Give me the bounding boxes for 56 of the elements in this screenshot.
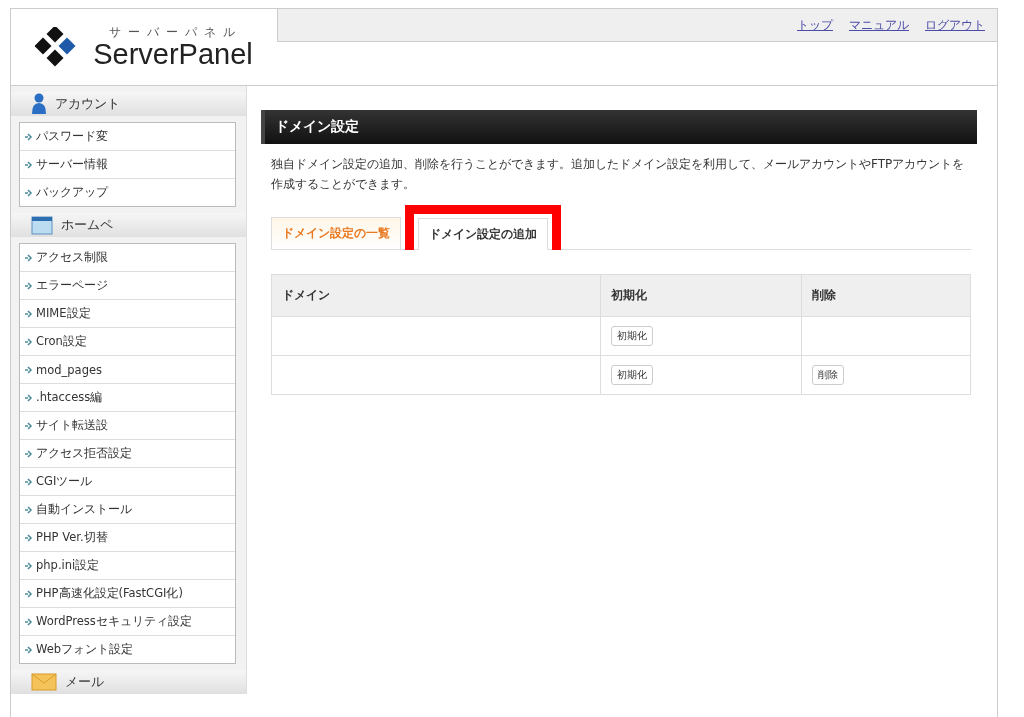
- nav-link[interactable]: ログアウト: [925, 16, 985, 34]
- logo-text: ServerPanel: [93, 39, 253, 69]
- sidebar-section-header[interactable]: メール: [11, 670, 246, 694]
- sidebar-item[interactable]: mod_pages: [20, 356, 235, 384]
- sidebar-item[interactable]: バックアップ: [20, 179, 235, 206]
- envelope-icon: [31, 673, 57, 691]
- arrow-icon: [25, 365, 34, 374]
- sidebar-item[interactable]: php.ini設定: [20, 552, 235, 580]
- sidebar-item[interactable]: パスワード変: [20, 123, 235, 151]
- sidebar-item[interactable]: サーバー情報: [20, 151, 235, 179]
- sidebar-item[interactable]: PHP高速化設定(FastCGI化): [20, 580, 235, 608]
- sidebar-item[interactable]: PHP Ver.切替: [20, 524, 235, 552]
- logo-kana: サーバーパネル: [108, 25, 244, 38]
- reset-button[interactable]: 初期化: [610, 365, 653, 385]
- tab[interactable]: ドメイン設定の追加: [418, 218, 548, 250]
- arrow-icon: [25, 421, 34, 430]
- arrow-icon: [25, 188, 34, 197]
- sidebar-item[interactable]: WordPressセキュリティ設定: [20, 608, 235, 636]
- sidebar-section-header[interactable]: ホームペ: [11, 213, 246, 237]
- arrow-icon: [25, 281, 34, 290]
- arrow-icon: [25, 617, 34, 626]
- reset-button[interactable]: 初期化: [610, 326, 653, 346]
- arrow-icon: [25, 533, 34, 542]
- person-icon: [31, 93, 47, 115]
- sidebar-item[interactable]: エラーページ: [20, 272, 235, 300]
- arrow-icon: [25, 589, 34, 598]
- sidebar-item[interactable]: 自動インストール: [20, 496, 235, 524]
- arrow-icon: [25, 645, 34, 654]
- description: 独自ドメイン設定の追加、削除を行うことができます。追加したドメイン設定を利用して、メールアカウントやFTPアカウントを作成することができます。: [271, 156, 966, 193]
- delete-button[interactable]: 削除: [811, 365, 844, 385]
- arrow-icon: [25, 309, 34, 318]
- arrow-icon: [25, 160, 34, 169]
- sidebar-item[interactable]: アクセス拒否設定: [20, 440, 235, 468]
- arrow-icon: [25, 337, 34, 346]
- arrow-icon: [25, 477, 34, 486]
- nav-link[interactable]: トップ: [797, 16, 833, 34]
- sidebar-item[interactable]: アクセス制限: [20, 244, 235, 272]
- arrow-icon: [25, 132, 34, 141]
- sidebar-section-header[interactable]: アカウント: [11, 92, 246, 116]
- arrow-icon: [25, 253, 34, 262]
- arrow-icon: [25, 505, 34, 514]
- sidebar-item[interactable]: .htaccess編: [20, 384, 235, 412]
- sidebar-item[interactable]: MIME設定: [20, 300, 235, 328]
- arrow-icon: [25, 449, 34, 458]
- nav-link[interactable]: マニュアル: [849, 16, 909, 34]
- sidebar-item[interactable]: CGIツール: [20, 468, 235, 496]
- sidebar-item[interactable]: Webフォント設定: [20, 636, 235, 663]
- arrow-icon: [25, 393, 34, 402]
- sidebar-item[interactable]: サイト転送設: [20, 412, 235, 440]
- column-header: 初期化: [600, 274, 802, 317]
- column-header: 削除: [801, 274, 971, 317]
- sidebar-item[interactable]: Cron設定: [20, 328, 235, 356]
- window-icon: [31, 215, 53, 235]
- arrow-icon: [25, 561, 34, 570]
- column-header: ドメイン: [271, 274, 600, 317]
- page-title: ドメイン設定: [261, 110, 977, 144]
